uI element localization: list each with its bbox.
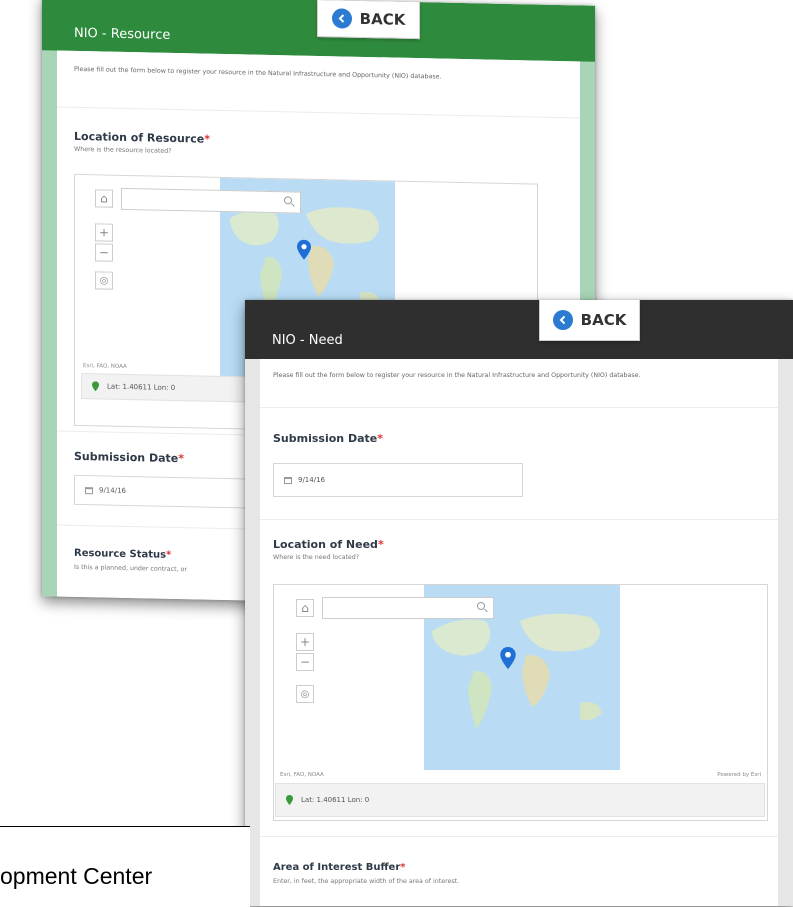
submission-date-input[interactable]: 9/14/16 [273,463,523,497]
calendar-icon [85,486,93,494]
footer-caption-text: opment Center [0,863,153,889]
resource-intro: Please fill out the form below to regist… [74,65,442,81]
back-label: BACK [359,9,406,29]
footer-caption: opment Center [0,826,250,907]
back-button[interactable]: BACK [317,0,420,40]
search-icon [477,602,485,610]
divider [260,519,778,520]
frame-left [42,0,57,597]
calendar-icon [284,476,292,484]
coordinates-text: Lat: 1.40611 Lon: 0 [301,796,370,804]
need-location-map[interactable]: ⌂ + − ◎ Esri, FAO, NOAA Powered by Esri … [273,584,768,821]
locate-icon[interactable]: ◎ [296,685,314,703]
divider [260,836,778,837]
map-pin-icon[interactable] [500,647,516,669]
map-attribution: Esri, FAO, NOAA [83,363,127,370]
need-form-body: Please fill out the form below to regist… [260,359,778,906]
resource-status-help: Is this a planned, under contract, or [74,563,187,574]
submission-date-title: Submission Date* [273,432,383,445]
powered-by: Powered by Esri [717,772,761,778]
coordinates-bar: Lat: 1.40611 Lon: 0 [275,783,765,817]
map-attribution: Esri, FAO, NOAA [280,772,324,778]
zoom-in-icon[interactable]: + [95,223,113,242]
buffer-field-help: Enter, in feet, the appropriate width of… [273,878,460,885]
need-intro: Please fill out the form below to regist… [273,372,641,379]
map-search-input[interactable] [322,597,494,619]
zoom-out-icon[interactable]: − [95,243,113,262]
back-arrow-icon [552,310,573,330]
frame-left [245,300,260,906]
location-field-help: Where is the need located? [273,554,360,561]
map-pin-icon[interactable] [297,239,311,260]
location-pin-icon [286,795,293,805]
divider [260,407,778,408]
location-field-title: Location of Resource* [74,129,210,146]
search-icon [284,196,292,205]
need-form-title: NIO - Need [272,333,343,348]
map-search-input[interactable] [121,187,301,214]
back-button[interactable]: BACK [539,300,640,341]
home-icon[interactable]: ⌂ [95,189,113,208]
back-label: BACK [580,311,627,329]
locate-icon[interactable]: ◎ [95,271,113,290]
submission-date-title: Submission Date* [74,449,184,466]
home-icon[interactable]: ⌂ [296,599,314,617]
back-arrow-icon [331,8,352,29]
buffer-field-title: Area of Interest Buffer* [273,862,406,873]
location-field-help: Where is the resource located? [74,145,172,155]
submission-date-value: 9/14/16 [298,476,325,484]
resource-form-title: NIO - Resource [74,25,171,43]
zoom-out-icon[interactable]: − [296,653,314,671]
zoom-in-icon[interactable]: + [296,633,314,651]
need-banner: NIO - Need [245,300,793,359]
need-form-window: NIO - Need Please fill out the form belo… [245,300,793,906]
location-pin-icon [92,381,99,392]
divider [57,106,580,119]
location-field-title: Location of Need* [273,538,384,551]
resource-status-title: Resource Status* [74,547,172,561]
frame-right [778,300,793,906]
submission-date-value: 9/14/16 [99,486,126,495]
coordinates-text: Lat: 1.40611 Lon: 0 [107,382,176,392]
